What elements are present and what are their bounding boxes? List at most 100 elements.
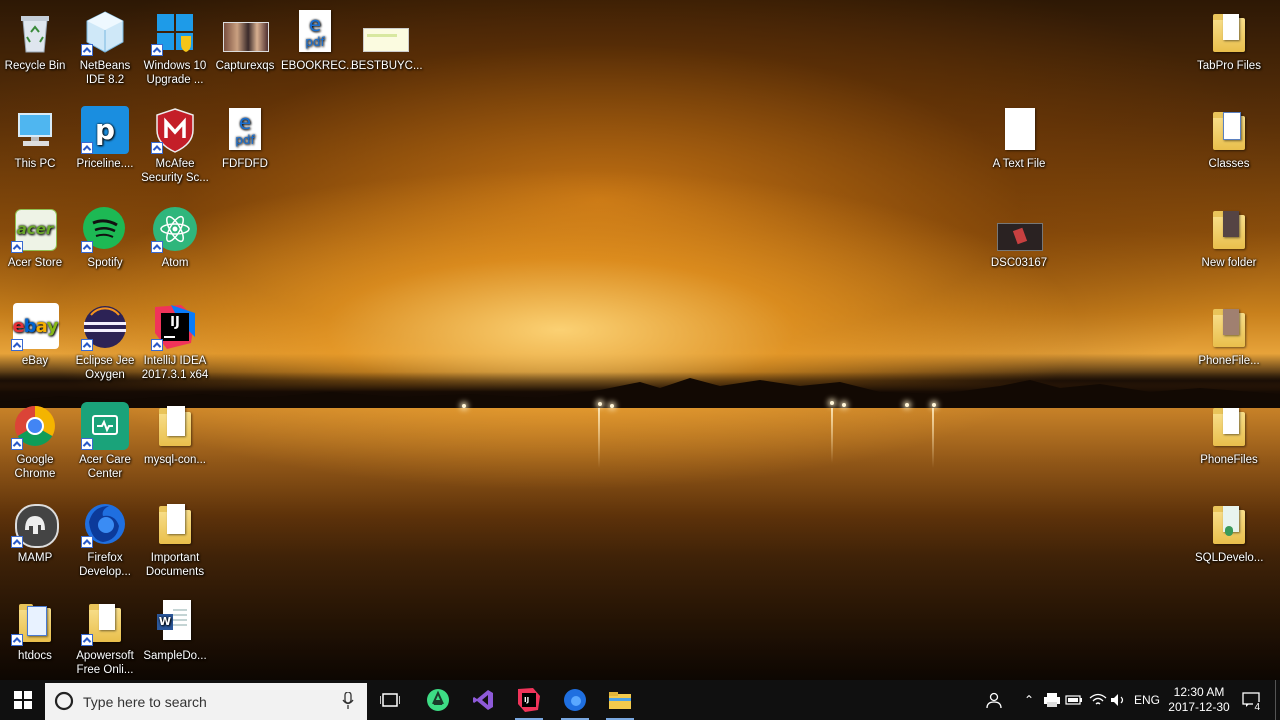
firefox-developer-icon <box>81 500 129 548</box>
people-button[interactable] <box>982 680 1008 720</box>
desktop-icon-recycle-bin[interactable]: Recycle Bin <box>0 8 71 73</box>
image-thumbnail-icon <box>221 8 269 56</box>
input-language-indicator[interactable]: ENG <box>1130 680 1164 720</box>
desktop-icon-label: PhoneFiles <box>1200 454 1258 466</box>
search-input[interactable] <box>81 691 335 713</box>
clock-date: 2017-12-30 <box>1168 700 1230 714</box>
people-icon <box>986 692 1002 708</box>
light-reflection <box>598 408 600 468</box>
desktop-icon-tabpro-files[interactable]: TabPro Files <box>1193 8 1265 73</box>
desktop-icon-eclipse[interactable]: Eclipse Jee Oxygen <box>69 303 141 382</box>
taskbar-app-intellij[interactable]: IJ <box>509 680 549 720</box>
clock[interactable]: 12:30 AM 2017-12-30 <box>1164 680 1234 720</box>
tray-wifi[interactable] <box>1087 680 1109 720</box>
windows-logo-icon <box>13 691 32 709</box>
folder-icon <box>1205 8 1253 56</box>
desktop-icon-label: SampleDo... <box>143 650 207 662</box>
atom-logo-icon <box>151 205 199 253</box>
visual-studio-icon <box>473 690 493 710</box>
desktop-icon-a-text-file[interactable]: A Text File <box>983 106 1055 171</box>
search-box[interactable] <box>45 683 367 720</box>
desktop-icon-new-folder[interactable]: New folder <box>1193 205 1265 270</box>
shore-light <box>462 404 466 408</box>
desktop-icon-this-pc[interactable]: This PC <box>0 106 71 171</box>
word-document-icon: W <box>151 598 199 646</box>
desktop-icon-fdfdfd[interactable]: e pdf FDFDFD <box>209 106 281 171</box>
desktop-icon-acer-store[interactable]: acer Acer Store <box>0 205 71 270</box>
desktop-icon-atom[interactable]: Atom <box>139 205 211 270</box>
desktop-icon-mysql-connector[interactable]: mysql-con... <box>139 402 211 467</box>
desktop-icon-label: BESTBUYC... <box>351 60 423 72</box>
desktop-icon-windows-10-upgrade[interactable]: Windows 10 Upgrade ... <box>139 8 211 87</box>
desktop-icon-classes[interactable]: Classes <box>1193 106 1265 171</box>
desktop-icon-sample-document[interactable]: W SampleDo... <box>139 598 211 663</box>
desktop-icon-spotify[interactable]: Spotify <box>69 205 141 270</box>
priceline-logo-icon: p <box>81 106 129 154</box>
desktop-icon-mcafee[interactable]: McAfee Security Sc... <box>139 106 211 185</box>
cortana-circle-icon <box>54 691 74 711</box>
desktop-icon-ebookrec[interactable]: e pdf EBOOKREC... <box>279 8 356 73</box>
desktop-icon-label: A Text File <box>992 158 1046 170</box>
battery-plug-icon <box>1065 695 1082 705</box>
desktop-icon-mamp[interactable]: MAMP <box>0 500 71 565</box>
show-hidden-icons-button[interactable]: ⌃ <box>1018 680 1040 720</box>
tray-printer[interactable] <box>1042 680 1062 720</box>
notification-count-badge: 4 <box>1253 702 1261 713</box>
desktop-icon-bestbuyc[interactable]: BESTBUYC... <box>349 8 423 73</box>
printer-icon <box>1044 693 1060 707</box>
desktop-icon-firefox-developer[interactable]: Firefox Develop... <box>69 500 141 579</box>
folder-icon <box>1205 205 1253 253</box>
taskbar-app-firefox-developer[interactable] <box>555 680 595 720</box>
desktop-icon-label: SQLDevelo... <box>1195 552 1264 564</box>
show-desktop-button[interactable] <box>1275 680 1276 720</box>
desktop-icon-priceline[interactable]: p Priceline.... <box>69 106 141 171</box>
svg-text:IJ: IJ <box>524 696 529 704</box>
desktop-icon-google-chrome[interactable]: Google Chrome <box>0 402 71 481</box>
action-center-button[interactable]: 4 <box>1236 680 1266 720</box>
desktop-icon-capturexqs[interactable]: Capturexqs <box>209 8 281 73</box>
taskbar-app-file-explorer[interactable] <box>600 680 640 720</box>
file-explorer-folder-icon <box>609 692 631 709</box>
shore-light <box>905 403 909 407</box>
desktop-icon-apowersoft[interactable]: Apowersoft Free Onli... <box>69 598 141 677</box>
desktop-icon-sqldeveloper[interactable]: SQLDevelo... <box>1193 500 1265 565</box>
shore-light <box>932 403 936 407</box>
desktop-icon-phonefiles[interactable]: PhoneFiles <box>1193 402 1265 467</box>
desktop-icon-acer-care-center[interactable]: Acer Care Center <box>69 402 141 481</box>
desktop-icon-label: TabPro Files <box>1197 60 1261 72</box>
folder-icon <box>1205 402 1253 450</box>
desktop-icon-label: mysql-con... <box>144 454 206 466</box>
intellij-logo-icon: IJ <box>151 303 199 351</box>
eclipse-logo-icon <box>81 303 129 351</box>
desktop-icon-phonefile[interactable]: PhoneFile... <box>1193 303 1265 368</box>
start-button[interactable] <box>0 680 45 720</box>
computer-monitor-icon <box>11 106 59 154</box>
shore-light <box>830 401 834 405</box>
pdf-file-icon: e pdf <box>291 8 339 56</box>
desktop-icon-intellij[interactable]: IJ IntelliJ IDEA 2017.3.1 x64 <box>139 303 211 382</box>
taskbar-app-visual-studio[interactable] <box>463 680 503 720</box>
chevron-up-icon: ⌃ <box>1023 693 1035 707</box>
desktop-icon-dsc03167[interactable]: DSC03167 <box>983 205 1055 270</box>
netbeans-cube-icon <box>81 8 129 56</box>
text-file-icon <box>995 106 1043 154</box>
desktop-icon-important-documents[interactable]: Important Documents <box>139 500 211 579</box>
light-reflection <box>831 408 833 463</box>
folder-icon <box>1205 500 1253 548</box>
folder-icon <box>151 402 199 450</box>
tray-volume[interactable] <box>1108 680 1128 720</box>
shore-light <box>610 404 614 408</box>
desktop-icon-ebay[interactable]: ebay eBay <box>0 303 71 368</box>
mcafee-shield-icon <box>151 106 199 154</box>
tray-battery[interactable] <box>1064 680 1084 720</box>
image-thumbnail-icon <box>361 8 409 56</box>
taskbar-app-android-studio[interactable] <box>418 680 458 720</box>
desktop-icon-label: DSC03167 <box>990 257 1048 269</box>
desktop-icon-htdocs[interactable]: htdocs <box>0 598 71 663</box>
task-view-button[interactable] <box>372 680 408 720</box>
microphone-icon[interactable] <box>342 692 354 710</box>
desktop-icon-label: Priceline.... <box>76 158 134 170</box>
desktop-icon-netbeans[interactable]: NetBeans IDE 8.2 <box>69 8 141 87</box>
desktop-icon-label: eBay <box>21 355 49 367</box>
folder-icon <box>81 598 129 646</box>
